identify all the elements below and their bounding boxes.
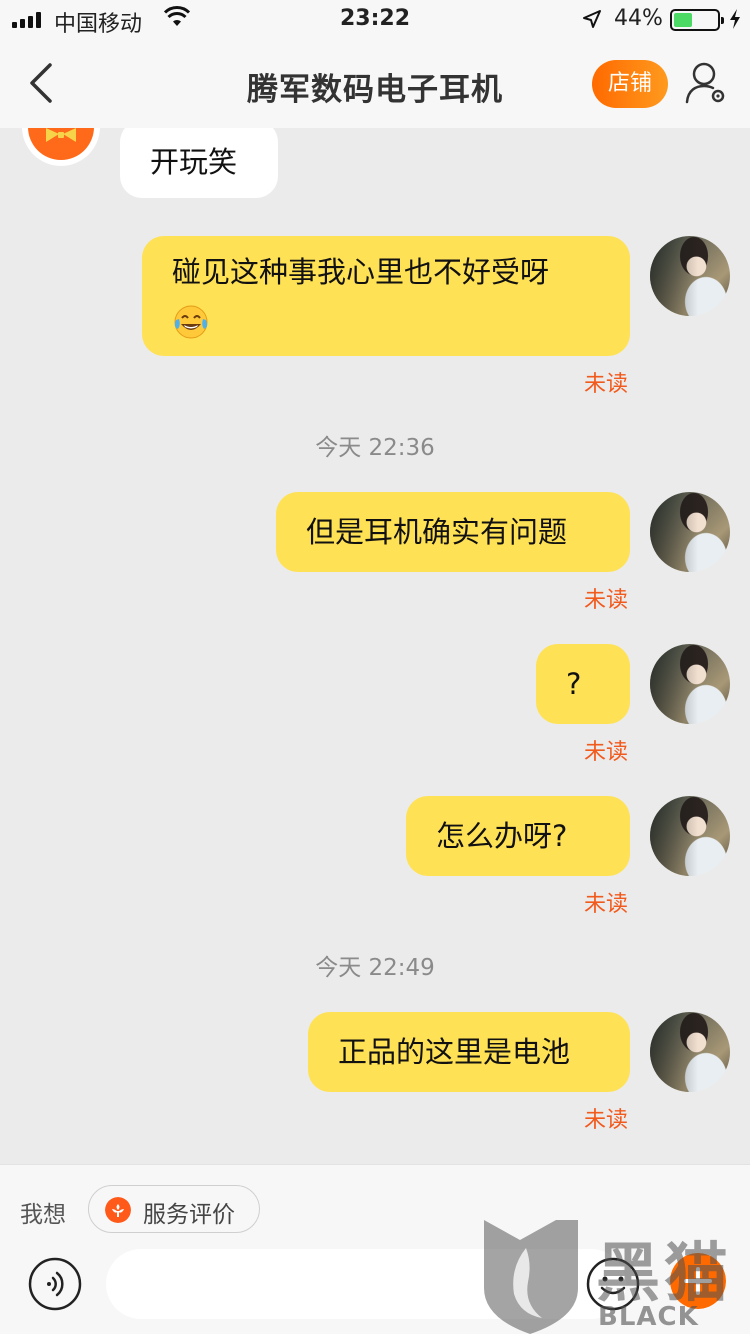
top-bar: 中国移动 23:22 44% 腾军数码电子耳机 店铺 [0, 0, 750, 128]
shop-button[interactable]: 店铺 [592, 60, 668, 108]
read-status: 未读 [583, 588, 628, 613]
message-text: 开玩笑 [150, 145, 238, 179]
charging-bolt-icon [730, 9, 740, 29]
message-text: ? [566, 667, 582, 701]
battery-percent: 44% [614, 6, 663, 31]
message-text: 怎么办呀? [436, 819, 568, 853]
bow-tie-icon [46, 128, 76, 142]
read-status: 未读 [583, 372, 628, 397]
message-bubble-sent[interactable]: 怎么办呀? [406, 796, 630, 876]
tears-of-joy-emoji-icon [174, 305, 208, 339]
message-text: 碰见这种事我心里也不好受呀 [172, 255, 550, 289]
my-avatar[interactable] [650, 644, 730, 724]
message-bubble-sent[interactable]: 碰见这种事我心里也不好受呀 [142, 236, 630, 356]
message-bubble-sent[interactable]: ? [536, 644, 630, 724]
timestamp: 今天 22:36 [315, 435, 435, 461]
my-avatar[interactable] [650, 796, 730, 876]
message-text: 正品的这里是电池 [338, 1035, 571, 1069]
location-arrow-icon [583, 10, 601, 28]
message-bubble-sent[interactable]: 但是耳机确实有问题 [276, 492, 630, 572]
chat-area[interactable]: 开玩笑 碰见这种事我心里也不好受呀 未读 今天 22:36 但是耳机确实有问题 … [0, 128, 750, 1164]
seller-avatar[interactable] [22, 128, 100, 166]
rating-flower-icon [105, 1197, 131, 1223]
message-bubble-sent[interactable]: 正品的这里是电池 [308, 1012, 630, 1092]
message-input[interactable] [106, 1249, 626, 1319]
watermark-en: BLACK CAT [598, 1302, 699, 1334]
message-text: 但是耳机确实有问题 [306, 515, 568, 549]
read-status: 未读 [583, 1108, 628, 1133]
my-avatar[interactable] [650, 492, 730, 572]
user-settings-icon[interactable] [684, 60, 728, 106]
voice-icon[interactable] [28, 1257, 82, 1311]
timestamp: 今天 22:49 [315, 955, 435, 981]
battery-fill [674, 13, 693, 27]
service-review-chip[interactable]: 服务评价 [88, 1185, 260, 1233]
status-bar: 中国移动 23:22 44% [0, 0, 750, 40]
my-avatar[interactable] [650, 236, 730, 316]
message-bubble-received[interactable]: 开玩笑 [120, 128, 278, 198]
watermark-cn: 黑猫 [596, 1237, 732, 1311]
chip-label: 服务评价 [143, 1202, 235, 1228]
read-status: 未读 [583, 740, 628, 765]
my-avatar[interactable] [650, 1012, 730, 1092]
battery-icon [670, 9, 724, 31]
quick-reply-prefix: 我想 [20, 1202, 66, 1228]
read-status: 未读 [583, 892, 628, 917]
